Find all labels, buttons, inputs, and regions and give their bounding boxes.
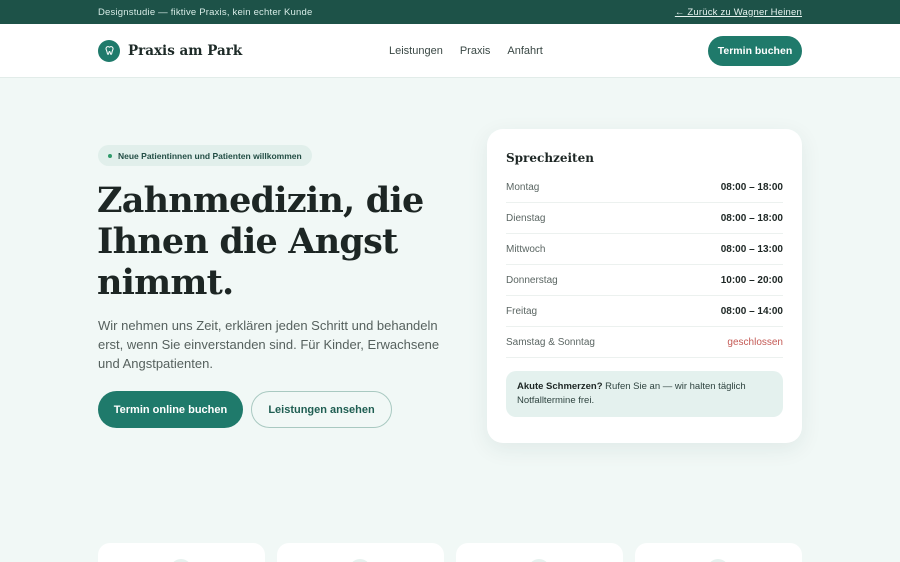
hero-title-line: nimmt. [97, 262, 234, 303]
book-online-button[interactable]: Termin online buchen [98, 391, 243, 428]
view-services-button[interactable]: Leistungen ansehen [251, 391, 392, 428]
hours-time: 10:00 – 20:00 [720, 274, 783, 286]
book-appointment-button[interactable]: Termin buchen [708, 36, 802, 66]
hours-time: 08:00 – 18:00 [720, 212, 783, 224]
emergency-notice: Akute Schmerzen? Rufen Sie an — wir halt… [506, 371, 783, 417]
hours-day: Samstag & Sonntag [506, 336, 595, 348]
hero-description: Wir nehmen uns Zeit, erklären jeden Schr… [98, 318, 440, 371]
hours-day: Dienstag [506, 212, 546, 224]
topbar-notice: Designstudie — fiktive Praxis, kein echt… [98, 6, 313, 18]
welcome-badge: Neue Patientinnen und Patienten willkomm… [98, 145, 312, 166]
hero-title: Zahnmedizin, die Ihnen die Angst nimmt. [97, 180, 437, 303]
tooth-icon [98, 39, 120, 62]
hours-time: 08:00 – 13:00 [720, 243, 783, 255]
service-card[interactable] [635, 543, 802, 562]
hero-title-line: Ihnen die Angst [97, 221, 398, 262]
topbar: Designstudie — fiktive Praxis, kein echt… [0, 0, 900, 24]
service-card[interactable] [98, 543, 265, 562]
hours-day: Montag [506, 181, 540, 193]
hours-row: Donnerstag 10:00 – 20:00 [506, 265, 783, 296]
hours-day: Freitag [506, 305, 538, 317]
opening-hours-title: Sprechzeiten [506, 151, 594, 165]
badge-label: Neue Patientinnen und Patienten willkomm… [118, 150, 302, 161]
back-link[interactable]: ← Zurück zu Wagner Heinen [675, 7, 802, 18]
opening-hours-card: Sprechzeiten Montag 08:00 – 18:00 Dienst… [487, 129, 802, 443]
hours-row: Dienstag 08:00 – 18:00 [506, 203, 783, 234]
nav-item-leistungen[interactable]: Leistungen [389, 45, 443, 57]
main-nav: Leistungen Praxis Anfahrt [389, 24, 543, 78]
hours-time: 08:00 – 14:00 [720, 305, 783, 317]
hero-title-line: Zahnmedizin, die [97, 180, 424, 221]
status-dot-icon [108, 153, 112, 158]
brand-link[interactable]: Praxis am Park [98, 39, 243, 62]
hours-time: 08:00 – 18:00 [720, 181, 783, 193]
emergency-notice-heading: Akute Schmerzen? [517, 381, 603, 392]
hours-day: Donnerstag [506, 274, 558, 286]
hours-row: Samstag & Sonntag geschlossen [506, 327, 783, 358]
hours-closed: geschlossen [727, 336, 783, 348]
service-card[interactable] [277, 543, 444, 562]
nav-item-praxis[interactable]: Praxis [460, 45, 491, 57]
service-card[interactable] [456, 543, 623, 562]
nav-item-anfahrt[interactable]: Anfahrt [507, 45, 542, 57]
hours-row: Mittwoch 08:00 – 13:00 [506, 234, 783, 265]
hours-row: Montag 08:00 – 18:00 [506, 172, 783, 203]
hours-day: Mittwoch [506, 243, 546, 255]
hours-row: Freitag 08:00 – 14:00 [506, 296, 783, 327]
brand-name: Praxis am Park [128, 42, 243, 59]
site-header: Praxis am Park Leistungen Praxis Anfahrt… [0, 24, 900, 78]
